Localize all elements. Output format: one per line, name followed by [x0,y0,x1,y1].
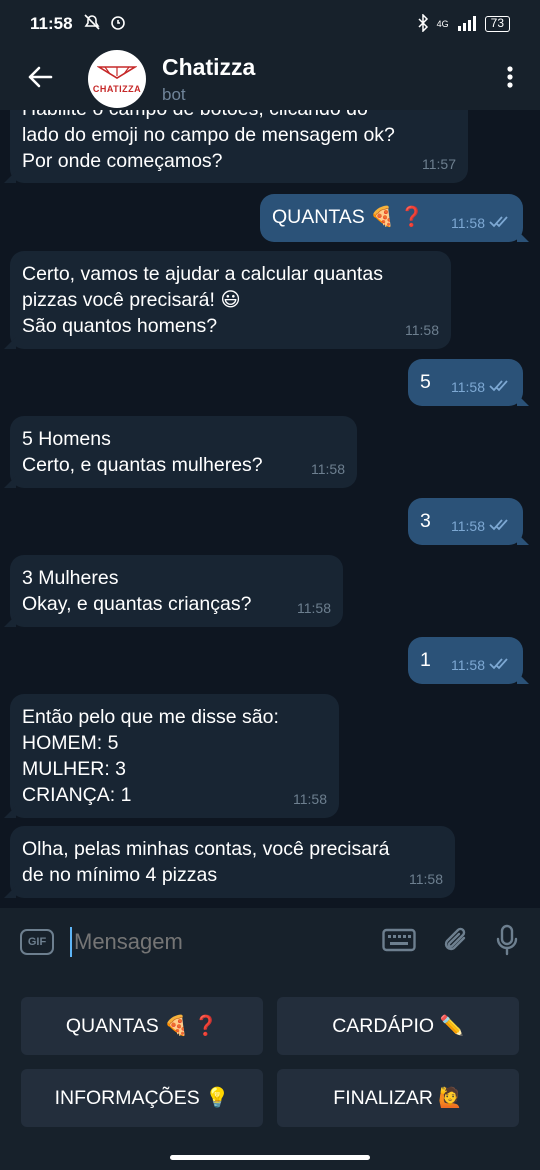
microphone-icon[interactable] [496,924,518,961]
chat-title: Chatizza [162,53,256,80]
network-label: 4G [436,19,449,29]
bluetooth-icon [417,12,429,35]
message-time: 11:58 [451,657,485,673]
message-outgoing[interactable]: 5 11:58 [408,359,523,406]
status-bar: 11:58 4G 73 [0,0,540,48]
message-incoming[interactable]: 5 Homens Certo, e quantas mulheres? 11:5… [10,416,357,488]
double-check-icon [489,210,511,236]
double-check-icon [489,652,511,678]
menu-button[interactable] [480,48,540,110]
arrow-left-icon [27,65,53,94]
home-indicator[interactable] [170,1155,370,1160]
message-incoming[interactable]: Olha, pelas minhas contas, você precisar… [10,826,455,898]
keyboard-button-cardapio[interactable]: CARDÁPIO ✏️ [277,997,519,1055]
avatar[interactable]: CHATIZZA [88,50,146,108]
message-text: 5 Homens Certo, e quantas mulheres? [22,428,263,476]
message-time: 11:58 [451,215,485,231]
message-list[interactable]: Habilite o campo de botões, clicando do … [0,110,540,908]
alarm-icon [109,13,127,36]
silent-icon [83,13,101,36]
message-time: 11:57 [422,156,456,172]
message-text: Olha, pelas minhas contas, você precisar… [22,838,390,886]
double-check-icon [489,374,511,400]
message-time: 11:58 [451,518,485,534]
message-time: 11:58 [311,461,345,477]
paperclip-icon[interactable] [442,924,470,961]
bot-keyboard: QUANTAS 🍕 ❓ CARDÁPIO ✏️ INFORMAÇÕES 💡 FI… [0,976,540,1170]
message-outgoing[interactable]: 1 11:58 [408,637,523,684]
message-time: 11:58 [409,871,443,887]
message-input[interactable] [74,929,344,955]
double-check-icon [489,513,511,539]
bot-keyboard-icon[interactable] [382,928,416,957]
pizza-logo-icon [96,65,138,84]
message-time: 11:58 [405,322,439,338]
message-text: 3 Mulheres Okay, e quantas crianças? [22,567,252,615]
avatar-text: CHATIZZA [92,83,142,94]
message-text: Habilite o campo de botões, clicando do … [22,110,395,172]
signal-icon [457,15,477,34]
back-button[interactable] [0,48,80,110]
text-cursor [70,927,72,957]
message-time: 11:58 [451,379,485,395]
more-vertical-icon [507,65,513,94]
message-incoming[interactable]: 3 Mulheres Okay, e quantas crianças? 11:… [10,555,343,627]
message-text: Então pelo que me disse são: HOMEM: 5 MU… [22,706,279,806]
message-time: 11:58 [293,791,327,807]
message-outgoing[interactable]: 3 11:58 [408,498,523,545]
status-time: 11:58 [30,14,73,33]
message-input-bar: GIF [0,908,540,976]
chat-header: CHATIZZA Chatizza bot [0,48,540,110]
message-incoming[interactable]: Habilite o campo de botões, clicando do … [10,110,468,183]
header-info[interactable]: Chatizza bot [162,54,255,105]
message-text: Certo, vamos te ajudar a calcular quanta… [22,263,383,337]
message-incoming[interactable]: Então pelo que me disse são: HOMEM: 5 MU… [10,694,339,818]
message-outgoing[interactable]: QUANTAS 🍕 ❓ 11:58 [260,194,523,242]
keyboard-button-finalizar[interactable]: FINALIZAR 🙋 [277,1069,519,1127]
battery-indicator: 73 [484,16,510,32]
message-time: 11:58 [297,600,331,616]
keyboard-button-quantas[interactable]: QUANTAS 🍕 ❓ [21,997,263,1055]
keyboard-button-informacoes[interactable]: INFORMAÇÕES 💡 [21,1069,263,1127]
message-incoming[interactable]: Certo, vamos te ajudar a calcular quanta… [10,251,451,349]
gif-icon[interactable]: GIF [20,929,54,955]
chat-subtitle: bot [162,84,186,104]
